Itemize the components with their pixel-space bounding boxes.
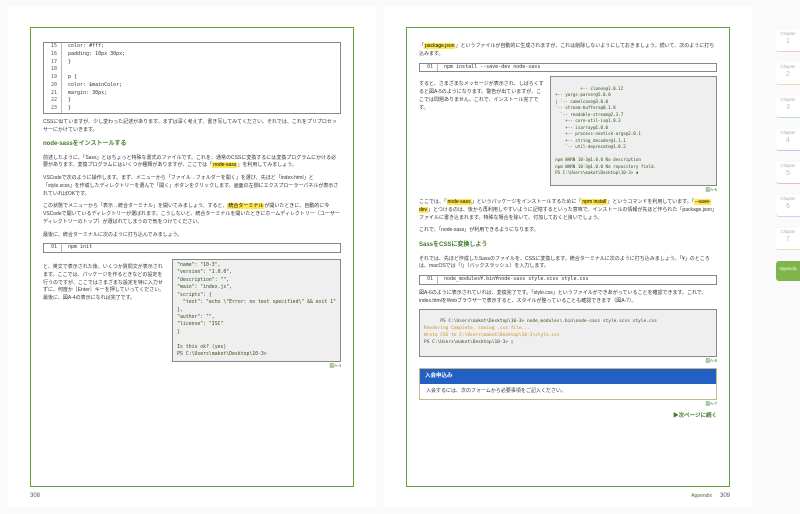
content-frame: 「package.json」というファイルが自動的に生成されますが、これは削除し…	[406, 27, 730, 487]
highlight-npm-install: npm install	[581, 199, 607, 205]
page-right: 「package.json」というファイルが自動的に生成されますが、これは削除し…	[384, 7, 752, 507]
highlight-terminal: 統合ターミナル	[227, 203, 264, 209]
paragraph: すると、さまざまなメッセージが表示され、しばらくすると図A-5のようになります。…	[419, 81, 544, 112]
heading-convert: SassをCSSに変換しよう	[419, 241, 717, 250]
paragraph: ここでは、「node-sass」というパッケージをインストールするために「npm…	[419, 199, 717, 222]
terminal-figure: "name": "10-3", "version": "1.0.0", "des…	[172, 259, 341, 361]
paragraph: この状態でメニューから「表示→統合ターミナル」を開いてみましょう。すると、統合タ…	[43, 203, 341, 226]
signup-panel: 入会申込み 入会するには、次のフォームから必要事項をご記入ください。	[419, 368, 717, 400]
tab-appendix[interactable]: Appendix	[776, 261, 800, 281]
chapter-tabs: Chapter1 Chapter2 Chapter3 Chapter4 Chap…	[776, 30, 800, 281]
tab-chapter-1[interactable]: Chapter1	[776, 30, 800, 52]
page-number: 308	[30, 492, 40, 501]
tab-chapter-7[interactable]: Chapter7	[776, 228, 800, 250]
paragraph: 前述したように、「Sass」とはちょっと特殊な書式のファイルです。これを、通常の…	[43, 155, 341, 171]
terminal-figure: +-- clones@1.0.12 +-- yargs-parser@5.0.0…	[550, 76, 717, 186]
command-box: 01npm install --save-dev node-sass	[419, 63, 717, 73]
figure-label: 図A-7	[419, 401, 717, 408]
paragraph: CSSに似ていますが、少し変わった記述があります。まずは深く考えず、書き写してみ…	[43, 119, 341, 135]
paragraph: それでは、先ほど作成したSassのファイルを、CSSに変換します。統合ターミナル…	[419, 256, 717, 272]
page-number: 309	[720, 492, 730, 501]
highlight-node-sass: node-sass	[447, 199, 472, 205]
signup-header: 入会申込み	[420, 369, 716, 384]
paragraph: と、英文で表示された後、いくつか質問文が表示されます。ここでは、パッケージを作る…	[43, 264, 166, 303]
tab-chapter-3[interactable]: Chapter3	[776, 96, 800, 118]
terminal-figure: PS C:\Users\makot\Desktop\10-3> node_mod…	[419, 309, 717, 357]
next-page-link: ▶次ページに続く	[419, 412, 717, 421]
paragraph: 「package.json」というファイルが自動的に生成されますが、これは削除し…	[419, 43, 717, 59]
figure-label: 図A-4	[172, 363, 341, 370]
content-frame: 15 color: #fff;16 padding: 10px 30px;17}…	[30, 27, 354, 487]
command-box: 01node_modules¥.bin¥node-sass style.scss…	[419, 275, 717, 285]
figure-label: 図A-6	[419, 358, 717, 365]
highlight-package-json: package.json	[424, 43, 455, 49]
paragraph: 最後に、統合ターミナルに次のように打ち込んでみましょう。	[43, 232, 341, 240]
paragraph: これで、「node-sass」が利用できるようになります。	[419, 227, 717, 235]
code-listing: 15 color: #fff;16 padding: 10px 30px;17}…	[43, 42, 341, 114]
highlight-node-sass: node-sass	[212, 162, 237, 168]
paragraph: VSCodeで次のように操作します。まず、メニューから「ファイル→フォルダーを開…	[43, 175, 341, 198]
figure-label: 図A-5	[550, 187, 717, 194]
section-label: Appendix	[691, 493, 712, 501]
tab-chapter-6[interactable]: Chapter6	[776, 195, 800, 217]
tab-chapter-5[interactable]: Chapter5	[776, 162, 800, 184]
tab-chapter-4[interactable]: Chapter4	[776, 129, 800, 151]
heading-install: node-sassをインストールする	[43, 140, 341, 149]
tab-chapter-2[interactable]: Chapter2	[776, 63, 800, 85]
command-box: 01npm init	[43, 243, 341, 253]
paragraph: 図A-6のように表示されていれば、変換完了です。「style.css」というファ…	[419, 290, 717, 306]
page-left: 15 color: #fff;16 padding: 10px 30px;17}…	[8, 7, 376, 507]
signup-body: 入会するには、次のフォームから必要事項をご記入ください。	[420, 384, 716, 400]
